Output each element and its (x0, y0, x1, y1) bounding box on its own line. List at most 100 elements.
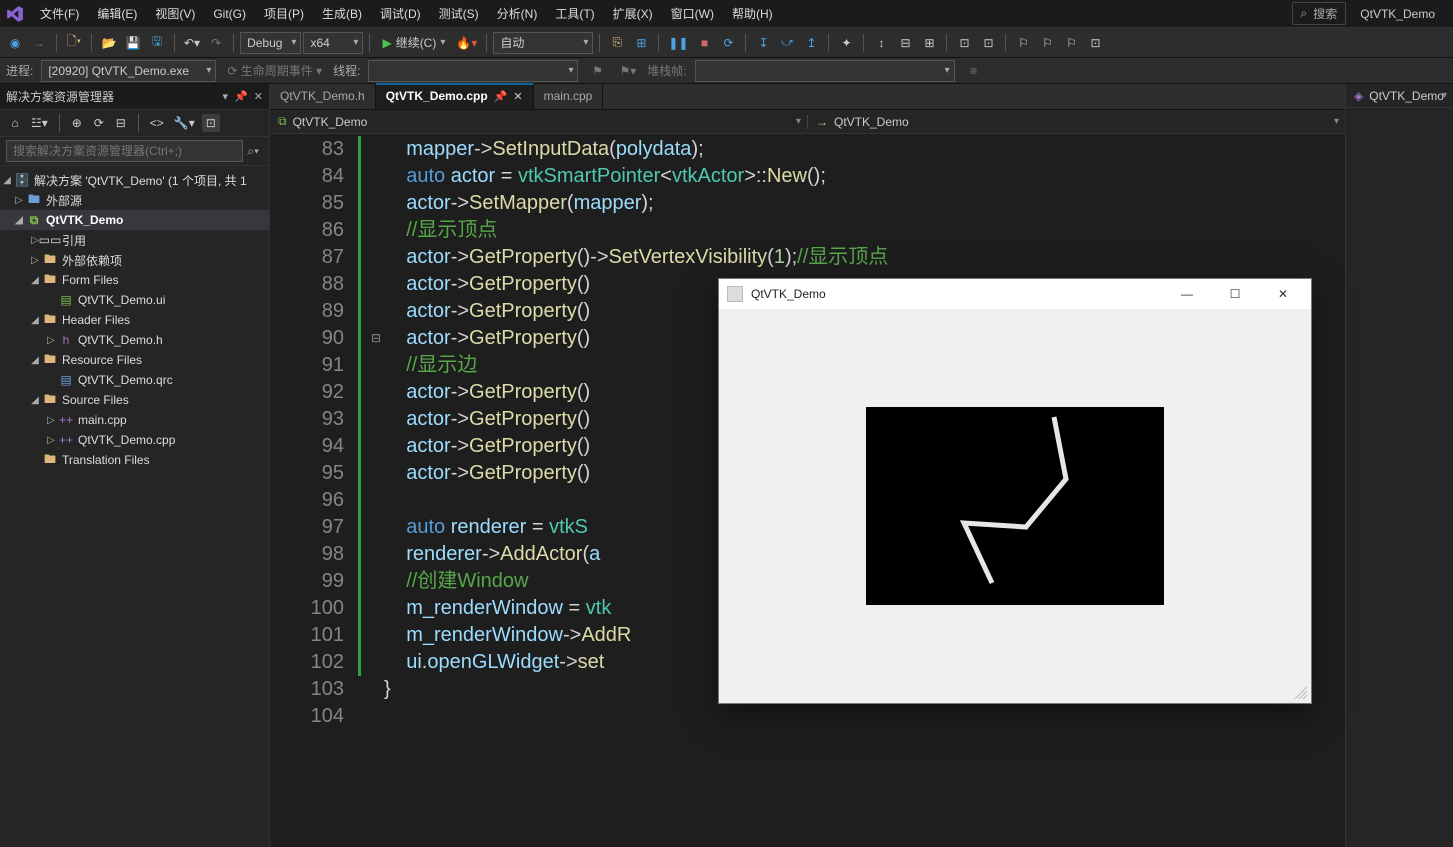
vtk-render-widget[interactable] (866, 407, 1164, 605)
se-tool-c-icon[interactable]: ⊟ (112, 114, 130, 132)
minimize-button[interactable]: — (1167, 281, 1207, 307)
global-search[interactable]: ⌕ 搜索 (1292, 2, 1347, 25)
solution-tree: ◢🗄️解决方案 'QtVTK_Demo' (1 个项目, 共 1 ▷🖿外部源 ◢… (0, 166, 269, 847)
tree-row-transfiles[interactable]: 🖿Translation Files (0, 450, 269, 470)
redo-button[interactable]: ↷ (205, 32, 227, 54)
tree-row-resfiles[interactable]: ◢🖿Resource Files (0, 350, 269, 370)
tree-row-formfiles[interactable]: ◢🖿Form Files (0, 270, 269, 290)
tab-header[interactable]: QtVTK_Demo.h (270, 83, 376, 109)
change-marks-gutter (358, 134, 368, 847)
tree-row-project[interactable]: ◢⧉QtVTK_Demo (0, 210, 269, 230)
tool-icon-b[interactable]: ⊞ (630, 32, 652, 54)
menu-extensions[interactable]: 扩展(X) (605, 2, 661, 25)
hot-reload-button[interactable]: 🔥▾ (453, 32, 480, 54)
menu-window[interactable]: 窗口(W) (663, 2, 722, 25)
new-item-button[interactable]: 🗋▾ (63, 32, 85, 54)
more-icon[interactable]: ≡ (963, 60, 985, 82)
flag-b-icon[interactable]: ⚑▾ (616, 60, 639, 82)
stop-button[interactable]: ■ (693, 32, 715, 54)
tool-icon-j[interactable]: ⚐ (1036, 32, 1058, 54)
right-navbar: ◈ QtVTK_Demo (1346, 84, 1453, 108)
maximize-button[interactable]: ☐ (1215, 281, 1255, 307)
pin-icon[interactable]: 📌 (494, 90, 508, 103)
se-sync-icon[interactable]: ⟳ (90, 114, 108, 132)
menu-test[interactable]: 测试(S) (431, 2, 487, 25)
se-home-icon[interactable]: ⌂ (6, 114, 24, 132)
se-tool-a-icon[interactable]: ☳▾ (28, 114, 51, 132)
config-combo[interactable]: Debug (240, 32, 301, 54)
se-tool-b-icon[interactable]: ⊕ (68, 114, 86, 132)
navbar-right-combo[interactable]: → QtVTK_Demo (807, 115, 1345, 129)
step-out-button[interactable]: ↥ (800, 32, 822, 54)
open-file-button[interactable]: 📂 (98, 32, 120, 54)
tool-icon-i[interactable]: ⚐ (1012, 32, 1034, 54)
menu-git[interactable]: Git(G) (205, 4, 254, 24)
flag-a-icon[interactable]: ⚑ (586, 60, 608, 82)
panel-close-icon[interactable]: ✕ (254, 90, 263, 103)
nav-fwd-button[interactable]: → (28, 32, 50, 54)
nav-back-button[interactable]: ◉ (4, 32, 26, 54)
tool-icon-d[interactable]: ↕ (870, 32, 892, 54)
panel-dropdown-icon[interactable]: ▾ (223, 90, 229, 103)
right-navbar-combo[interactable]: ◈ QtVTK_Demo (1346, 89, 1453, 103)
lifecycle-button[interactable]: ⟳ 生命周期事件 ▾ (224, 60, 325, 82)
undo-button[interactable]: ↶▾ (181, 32, 203, 54)
solution-search-input[interactable] (6, 140, 243, 162)
close-button[interactable]: ✕ (1263, 281, 1303, 307)
tree-row-headerfiles[interactable]: ◢🖿Header Files (0, 310, 269, 330)
runtime-window[interactable]: QtVTK_Demo — ☐ ✕ (718, 278, 1312, 704)
se-tool-e-icon[interactable]: ⊡ (202, 114, 220, 132)
step-over-button[interactable]: ⤻ (776, 32, 798, 54)
tree-row-extsrc[interactable]: ▷🖿外部源 (0, 190, 269, 210)
runtime-titlebar[interactable]: QtVTK_Demo — ☐ ✕ (719, 279, 1311, 309)
close-icon[interactable]: ✕ (513, 90, 522, 103)
tool-icon-k[interactable]: ⚐ (1060, 32, 1082, 54)
save-all-button[interactable]: 🖫 (146, 32, 168, 54)
se-wrench-icon[interactable]: 🔧▾ (171, 114, 198, 132)
process-combo[interactable]: [20920] QtVTK_Demo.exe (41, 60, 216, 82)
menu-view[interactable]: 视图(V) (147, 2, 203, 25)
menu-project[interactable]: 项目(P) (256, 2, 312, 25)
tree-row-formui[interactable]: ▤QtVTK_Demo.ui (0, 290, 269, 310)
step-into-button[interactable]: ↧ (752, 32, 774, 54)
thread-combo[interactable] (368, 60, 578, 82)
resize-grip-icon[interactable] (1295, 687, 1309, 701)
tree-row-resqrc[interactable]: ▤QtVTK_Demo.qrc (0, 370, 269, 390)
menu-build[interactable]: 生成(B) (314, 2, 370, 25)
tab-main[interactable]: main.cpp (534, 83, 604, 109)
tool-icon-e[interactable]: ⊟ (894, 32, 916, 54)
tree-row-solution[interactable]: ◢🗄️解决方案 'QtVTK_Demo' (1 个项目, 共 1 (0, 170, 269, 190)
pause-button[interactable]: ❚❚ (665, 32, 691, 54)
stackframe-combo[interactable] (695, 60, 955, 82)
panel-pin-icon[interactable]: 📌 (234, 90, 248, 103)
tree-row-srcdemo[interactable]: ▷++QtVTK_Demo.cpp (0, 430, 269, 450)
platform-combo[interactable]: x64 (303, 32, 363, 54)
tool-icon-f[interactable]: ⊞ (918, 32, 940, 54)
menu-edit[interactable]: 编辑(E) (89, 2, 145, 25)
navbar-left-combo[interactable]: ⧉ QtVTK_Demo (270, 114, 807, 129)
line-number-gutter: 8384858687888990919293949596979899100101… (270, 134, 358, 847)
save-button[interactable]: 💾 (122, 32, 144, 54)
restart-button[interactable]: ⟳ (717, 32, 739, 54)
tree-row-extdeps[interactable]: ▷🖿外部依赖项 (0, 250, 269, 270)
tool-icon-l[interactable]: ⊡ (1084, 32, 1106, 54)
tab-cpp[interactable]: QtVTK_Demo.cpp 📌 ✕ (376, 83, 534, 109)
se-tool-d-icon[interactable]: <> (147, 114, 167, 132)
menu-help[interactable]: 帮助(H) (724, 2, 781, 25)
tree-row-refs[interactable]: ▷▭▭引用 (0, 230, 269, 250)
method-icon: ◈ (1354, 89, 1363, 103)
menu-file[interactable]: 文件(F) (32, 2, 87, 25)
menu-tools[interactable]: 工具(T) (547, 2, 602, 25)
search-go-icon[interactable]: ⌕▾ (243, 142, 263, 161)
tree-row-headerh[interactable]: ▷hQtVTK_Demo.h (0, 330, 269, 350)
tool-icon-g[interactable]: ⊡ (953, 32, 975, 54)
auto-combo[interactable]: 自动 (493, 32, 593, 54)
tree-row-srcmain[interactable]: ▷++main.cpp (0, 410, 269, 430)
tool-icon-a[interactable]: ⎘ (606, 32, 628, 54)
menu-debug[interactable]: 调试(D) (372, 2, 429, 25)
tool-icon-c[interactable]: ✦ (835, 32, 857, 54)
tree-row-srcfiles[interactable]: ◢🖿Source Files (0, 390, 269, 410)
continue-button[interactable]: ▶ 继续(C) ▾ (376, 32, 451, 54)
menu-analyze[interactable]: 分析(N) (489, 2, 546, 25)
tool-icon-h[interactable]: ⊡ (977, 32, 999, 54)
